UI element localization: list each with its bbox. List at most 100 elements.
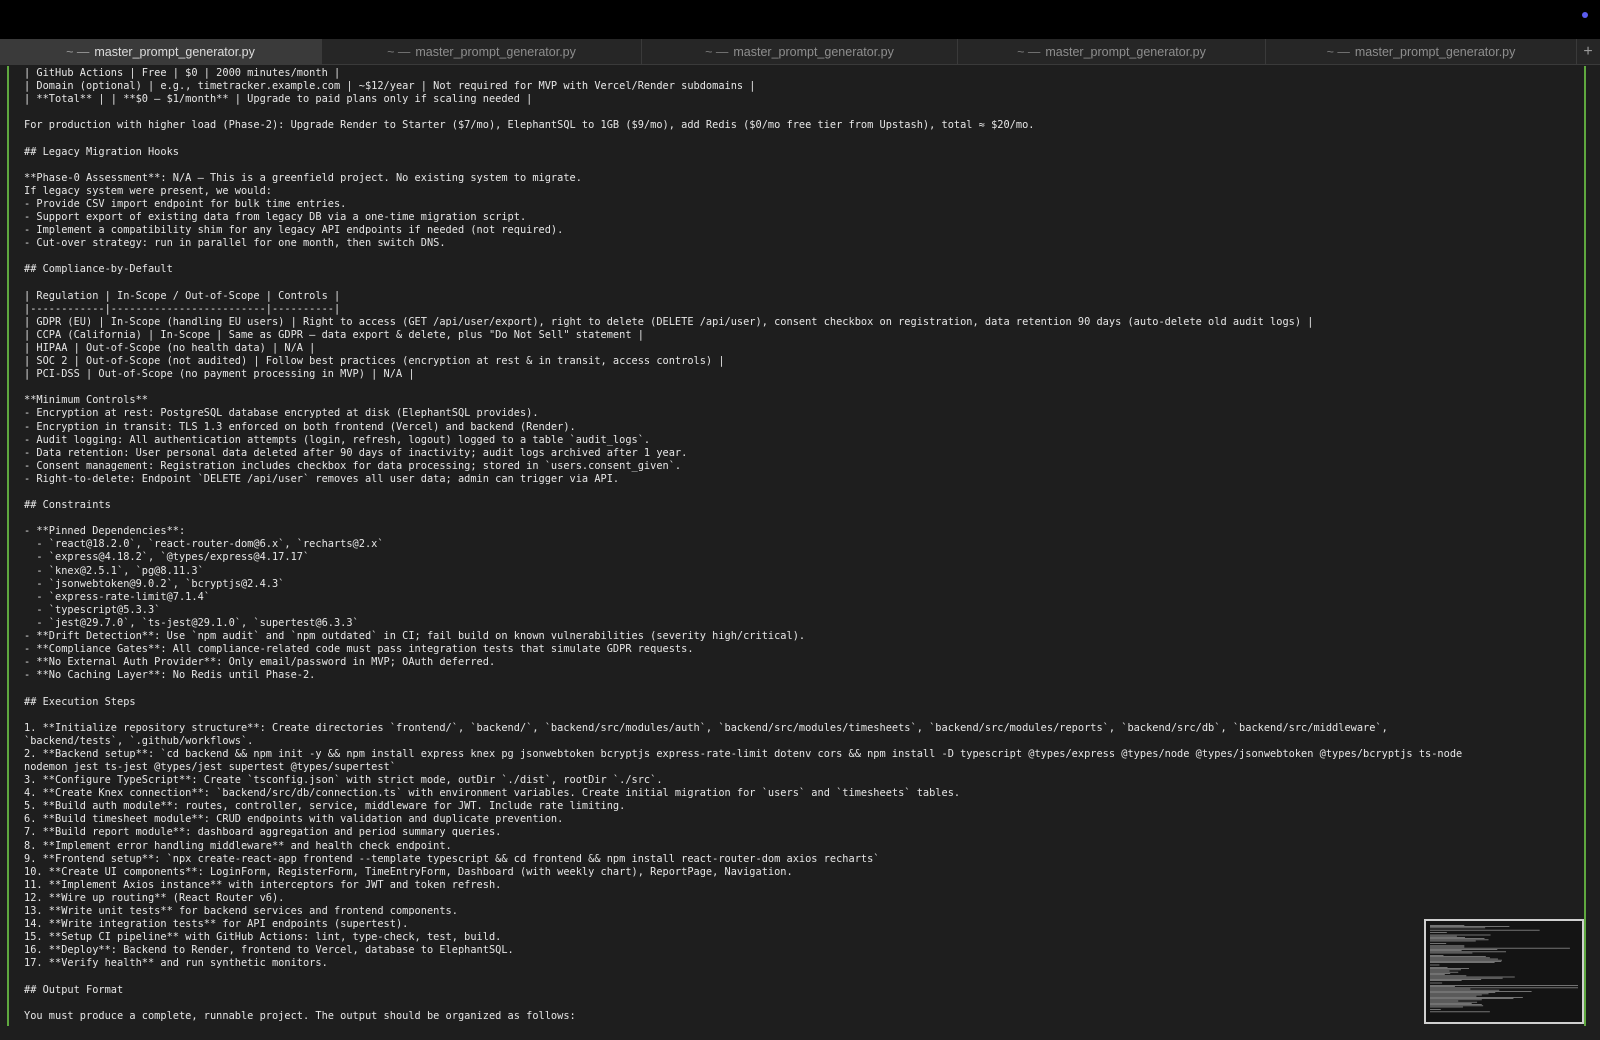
minimap-line bbox=[1430, 958, 1498, 960]
tab-title: master_prompt_generator.py bbox=[415, 44, 576, 59]
tab-3[interactable]: ~ — master_prompt_generator.py bbox=[642, 39, 958, 64]
tab-prefix: ~ — bbox=[705, 44, 729, 59]
terminal-line: - Data retention: User personal data del… bbox=[24, 446, 688, 459]
terminal-line: - Consent management: Registration inclu… bbox=[24, 459, 682, 472]
minimap-line bbox=[1430, 997, 1523, 998]
tab-prefix: ~ — bbox=[66, 44, 90, 59]
minimap-line bbox=[1430, 1000, 1459, 1002]
minimap-line bbox=[1430, 952, 1473, 954]
terminal-line: - `jest@29.7.0`, `ts-jest@29.1.0`, `supe… bbox=[24, 616, 359, 629]
minimap-line bbox=[1430, 1011, 1490, 1013]
terminal-line: 4. **Create Knex connection**: `backend/… bbox=[24, 787, 961, 800]
minimap-line bbox=[1430, 937, 1465, 938]
minimap-line bbox=[1430, 951, 1507, 953]
minimap-line bbox=[1430, 985, 1578, 986]
terminal-line: 5. **Build auth module**: routes, contro… bbox=[24, 800, 626, 813]
minimap-preview[interactable] bbox=[1424, 919, 1584, 1024]
tab-title: master_prompt_generator.py bbox=[94, 44, 255, 59]
minimap-line bbox=[1430, 975, 1467, 977]
tab-4[interactable]: ~ — master_prompt_generator.py bbox=[958, 39, 1266, 64]
tab-title: master_prompt_generator.py bbox=[1354, 44, 1516, 59]
terminal-line: | Domain (optional) | e.g., timetracker.… bbox=[24, 80, 756, 93]
tab-title: master_prompt_generator.py bbox=[733, 44, 894, 59]
new-tab-button[interactable]: + bbox=[1577, 39, 1599, 64]
minimap-line bbox=[1430, 935, 1457, 937]
terminal-line: 13. **Write unit tests** for backend ser… bbox=[24, 905, 458, 917]
minimap-line bbox=[1430, 970, 1450, 972]
tab-2[interactable]: ~ — master_prompt_generator.py bbox=[322, 39, 642, 64]
minimap-line bbox=[1430, 968, 1470, 969]
minimap-line bbox=[1430, 973, 1451, 974]
terminal-line: - `react@18.2.0`, `react-router-dom@6.x`… bbox=[24, 538, 384, 551]
minimap-line bbox=[1430, 961, 1502, 962]
minimap-line bbox=[1430, 1006, 1463, 1008]
tab-prefix: ~ — bbox=[1017, 44, 1041, 59]
tab-5[interactable]: ~ — master_prompt_generator.py bbox=[1266, 39, 1577, 64]
tab-title: master_prompt_generator.py bbox=[1045, 44, 1206, 59]
terminal-line: 3. **Configure TypeScript**: Create `tsc… bbox=[24, 774, 663, 787]
minimap-line bbox=[1430, 980, 1462, 981]
terminal-line: ## Execution Steps bbox=[24, 695, 136, 708]
terminal-line: 1. **Initialize repository structure**: … bbox=[24, 721, 1388, 734]
terminal-line: - `knex@2.5.1`, `pg@8.11.3` bbox=[24, 564, 204, 577]
terminal-line: - `jsonwebtoken@9.0.2`, `bcryptjs@2.4.3` bbox=[24, 577, 285, 590]
terminal-line: - **No External Auth Provider**: Only em… bbox=[24, 656, 496, 669]
terminal-line: ## Legacy Migration Hooks bbox=[24, 145, 179, 158]
terminal-line: | GitHub Actions | Free | $0 | 2000 minu… bbox=[24, 67, 341, 79]
terminal-line: nodemon jest ts-jest @types/jest superte… bbox=[24, 760, 396, 773]
minimap-line bbox=[1430, 999, 1482, 1001]
minimap-line bbox=[1430, 940, 1476, 942]
tab-1[interactable]: ~ — master_prompt_generator.py bbox=[0, 39, 322, 64]
terminal-pane[interactable]: | GitHub Actions | Free | $0 | 2000 minu… bbox=[0, 66, 1600, 1040]
terminal-line: - **No Caching Layer**: No Redis until P… bbox=[24, 669, 316, 682]
terminal-line: |------------|-------------------------|… bbox=[24, 302, 341, 315]
terminal-line: 16. **Deploy**: Backend to Render, front… bbox=[24, 944, 514, 957]
minimap-line bbox=[1430, 956, 1486, 957]
minimap-line bbox=[1430, 946, 1465, 948]
window-titlebar bbox=[0, 0, 1600, 39]
minimap-line bbox=[1430, 957, 1490, 959]
minimap-line bbox=[1430, 974, 1445, 975]
minimap-line bbox=[1430, 977, 1503, 979]
minimap-line bbox=[1430, 929, 1540, 931]
terminal-line: | HIPAA | Out-of-Scope (no health data) … bbox=[24, 341, 316, 354]
terminal-output: | GitHub Actions | Free | $0 | 2000 minu… bbox=[24, 67, 1570, 1023]
terminal-line: ## Output Format bbox=[24, 983, 124, 996]
minimap-line bbox=[1430, 964, 1440, 966]
minimap-line bbox=[1430, 976, 1515, 978]
minimap-line bbox=[1430, 991, 1532, 992]
minimap-line bbox=[1430, 947, 1570, 949]
minimap-line bbox=[1430, 939, 1489, 941]
minimap-line bbox=[1430, 1004, 1482, 1005]
minimap-line bbox=[1430, 1003, 1472, 1004]
tab-prefix: ~ — bbox=[1326, 44, 1350, 59]
terminal-line: - Right-to-delete: Endpoint `DELETE /api… bbox=[24, 472, 620, 485]
minimap-line bbox=[1430, 943, 1447, 944]
terminal-line: **Minimum Controls** bbox=[24, 394, 148, 407]
minimap-line bbox=[1430, 959, 1502, 961]
terminal-line: 8. **Implement error handling middleware… bbox=[24, 839, 452, 852]
terminal-line: - Implement a compatibility shim for any… bbox=[24, 224, 564, 237]
minimap-line bbox=[1430, 992, 1496, 993]
terminal-line: - Audit logging: All authentication atte… bbox=[24, 433, 651, 446]
terminal-line: | PCI-DSS | Out-of-Scope (no payment pro… bbox=[24, 368, 415, 381]
minimap-line bbox=[1430, 925, 1465, 926]
minimap-line bbox=[1430, 969, 1461, 971]
terminal-line: 12. **Wire up routing** (React Router v6… bbox=[24, 891, 285, 904]
minimap-line bbox=[1430, 988, 1471, 990]
terminal-line: - Provide CSV import endpoint for bulk t… bbox=[24, 197, 347, 210]
minimap-line bbox=[1430, 949, 1498, 950]
terminal-line: 10. **Create UI components**: LoginForm,… bbox=[24, 865, 793, 878]
terminal-line: `backend/tests`, `.github/workflows`. bbox=[24, 734, 254, 747]
minimap-line bbox=[1430, 950, 1462, 951]
minimap-line bbox=[1430, 998, 1514, 999]
minimap-line bbox=[1430, 993, 1489, 995]
